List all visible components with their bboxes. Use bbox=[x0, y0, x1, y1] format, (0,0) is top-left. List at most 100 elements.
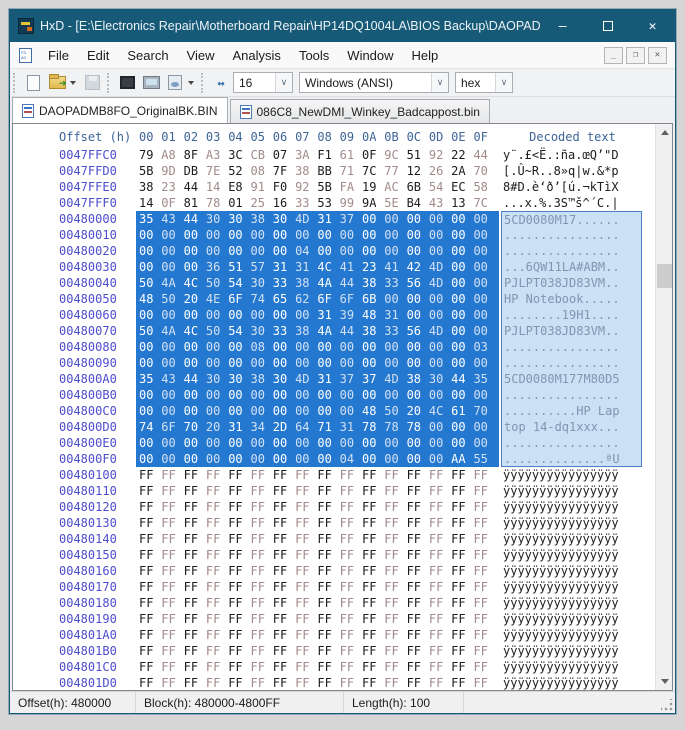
byte-cell[interactable]: FF bbox=[295, 531, 317, 547]
byte-cell[interactable]: FF bbox=[161, 547, 183, 563]
byte-cell[interactable]: FF bbox=[429, 515, 451, 531]
byte-cell[interactable]: 31 bbox=[340, 419, 362, 435]
byte-cell[interactable]: FF bbox=[384, 467, 406, 483]
byte-cell[interactable]: FF bbox=[161, 675, 183, 690]
byte-cell[interactable]: FF bbox=[384, 563, 406, 579]
byte-cell[interactable]: 00 bbox=[317, 403, 339, 419]
byte-cell[interactable]: 00 bbox=[228, 387, 250, 403]
open-ram-button[interactable] bbox=[115, 71, 139, 95]
byte-cell[interactable]: FF bbox=[317, 499, 339, 515]
byte-cell[interactable]: 78 bbox=[384, 419, 406, 435]
byte-cell[interactable]: 70 bbox=[473, 163, 495, 179]
byte-cell[interactable]: FF bbox=[473, 659, 495, 675]
byte-cell[interactable]: 4A bbox=[317, 323, 339, 339]
byte-cell[interactable]: FF bbox=[273, 531, 295, 547]
byte-cell[interactable]: FF bbox=[161, 595, 183, 611]
byte-cell[interactable]: 4C bbox=[317, 259, 339, 275]
byte-cell[interactable]: FF bbox=[451, 611, 473, 627]
byte-cell[interactable]: FF bbox=[451, 627, 473, 643]
byte-cell[interactable]: 70 bbox=[473, 403, 495, 419]
byte-cell[interactable]: FF bbox=[429, 579, 451, 595]
byte-cell[interactable]: 44 bbox=[473, 147, 495, 163]
byte-cell[interactable]: FF bbox=[139, 659, 161, 675]
byte-cell[interactable]: 7C bbox=[473, 195, 495, 211]
row-decoded-text[interactable]: ................ bbox=[501, 355, 642, 371]
menu-item-edit[interactable]: Edit bbox=[78, 42, 118, 69]
byte-cell[interactable]: 00 bbox=[362, 387, 384, 403]
byte-cell[interactable]: 00 bbox=[295, 339, 317, 355]
byte-cell[interactable]: 44 bbox=[184, 371, 206, 387]
byte-cell[interactable]: FF bbox=[184, 547, 206, 563]
scroll-down-button[interactable] bbox=[656, 673, 672, 690]
byte-cell[interactable]: FF bbox=[317, 675, 339, 690]
byte-cell[interactable]: 00 bbox=[206, 403, 228, 419]
row-decoded-text[interactable]: [.Û~R..8»q|w.&*p bbox=[501, 163, 642, 179]
byte-cell[interactable]: 20 bbox=[206, 419, 228, 435]
byte-cell[interactable]: 74 bbox=[139, 419, 161, 435]
byte-cell[interactable]: 00 bbox=[228, 451, 250, 467]
byte-cell[interactable]: 00 bbox=[184, 243, 206, 259]
byte-cell[interactable]: FF bbox=[161, 467, 183, 483]
byte-cell[interactable]: 00 bbox=[384, 227, 406, 243]
byte-cell[interactable]: 31 bbox=[317, 371, 339, 387]
byte-cell[interactable]: 00 bbox=[317, 243, 339, 259]
byte-cell[interactable]: 00 bbox=[473, 211, 495, 227]
byte-cell[interactable]: FF bbox=[362, 627, 384, 643]
byte-cell[interactable]: FF bbox=[451, 531, 473, 547]
byte-cell[interactable]: FF bbox=[273, 547, 295, 563]
byte-cell[interactable]: 4D bbox=[295, 371, 317, 387]
byte-cell[interactable]: FF bbox=[407, 579, 429, 595]
menu-item-search[interactable]: Search bbox=[118, 42, 177, 69]
byte-cell[interactable]: FF bbox=[317, 579, 339, 595]
row-decoded-text[interactable]: ÿÿÿÿÿÿÿÿÿÿÿÿÿÿÿÿ bbox=[501, 643, 642, 659]
byte-cell[interactable]: FF bbox=[317, 467, 339, 483]
mdi-restore-button[interactable]: ❐ bbox=[626, 46, 645, 64]
byte-cell[interactable]: EC bbox=[451, 179, 473, 195]
byte-cell[interactable]: FF bbox=[340, 595, 362, 611]
byte-cell[interactable]: FF bbox=[184, 659, 206, 675]
byte-cell[interactable]: 50 bbox=[206, 323, 228, 339]
bytes-per-row-select[interactable]: 16 ∨ bbox=[233, 72, 293, 93]
byte-cell[interactable]: 00 bbox=[451, 435, 473, 451]
byte-cell[interactable]: 00 bbox=[184, 227, 206, 243]
byte-cell[interactable]: 00 bbox=[362, 451, 384, 467]
byte-cell[interactable]: 00 bbox=[407, 451, 429, 467]
byte-cell[interactable]: 00 bbox=[340, 403, 362, 419]
byte-cell[interactable]: 00 bbox=[139, 387, 161, 403]
menu-item-view[interactable]: View bbox=[178, 42, 224, 69]
byte-cell[interactable]: FF bbox=[384, 659, 406, 675]
byte-cell[interactable]: FF bbox=[295, 547, 317, 563]
byte-cell[interactable]: FF bbox=[317, 515, 339, 531]
byte-cell[interactable]: 00 bbox=[429, 435, 451, 451]
byte-cell[interactable]: 3A bbox=[295, 147, 317, 163]
byte-cell[interactable]: FF bbox=[407, 643, 429, 659]
byte-cell[interactable]: 6F bbox=[340, 291, 362, 307]
byte-cell[interactable]: FF bbox=[317, 483, 339, 499]
row-decoded-text[interactable]: 5CD0080M177M80D5 bbox=[501, 371, 642, 387]
byte-cell[interactable]: 00 bbox=[362, 211, 384, 227]
byte-cell[interactable]: 00 bbox=[451, 419, 473, 435]
byte-cell[interactable]: FF bbox=[473, 627, 495, 643]
byte-cell[interactable]: 00 bbox=[184, 403, 206, 419]
byte-cell[interactable]: FF bbox=[340, 675, 362, 690]
byte-cell[interactable]: FF bbox=[228, 515, 250, 531]
tab-original-bin[interactable]: DAOPADMB8FO_OriginalBK.BIN bbox=[12, 97, 228, 123]
mdi-minimize-button[interactable]: _ bbox=[604, 46, 623, 64]
row-decoded-text[interactable]: ........19H1.... bbox=[501, 307, 642, 323]
byte-cell[interactable]: 00 bbox=[473, 387, 495, 403]
byte-cell[interactable]: 58 bbox=[473, 179, 495, 195]
byte-cell[interactable]: 38 bbox=[295, 275, 317, 291]
resize-grip[interactable] bbox=[661, 699, 673, 711]
row-decoded-text[interactable]: ÿÿÿÿÿÿÿÿÿÿÿÿÿÿÿÿ bbox=[501, 563, 642, 579]
byte-cell[interactable]: 00 bbox=[451, 275, 473, 291]
byte-cell[interactable]: 7F bbox=[273, 163, 295, 179]
byte-cell[interactable]: 00 bbox=[451, 323, 473, 339]
byte-cell[interactable]: FF bbox=[317, 595, 339, 611]
byte-cell[interactable]: 30 bbox=[228, 211, 250, 227]
byte-cell[interactable]: FF bbox=[473, 579, 495, 595]
byte-cell[interactable]: 78 bbox=[206, 195, 228, 211]
byte-cell[interactable]: FF bbox=[473, 499, 495, 515]
byte-cell[interactable]: 00 bbox=[451, 211, 473, 227]
byte-cell[interactable]: FF bbox=[206, 483, 228, 499]
byte-cell[interactable]: FF bbox=[340, 483, 362, 499]
